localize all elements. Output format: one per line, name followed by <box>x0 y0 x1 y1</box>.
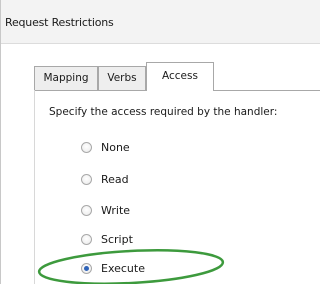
option-label-none: None <box>101 140 130 154</box>
option-label-write: Write <box>101 203 131 217</box>
dialog-title: Request Restrictions <box>5 16 114 29</box>
radio-option-read[interactable]: Read <box>81 170 129 188</box>
option-label-script: Script <box>101 232 133 246</box>
radio-button-none[interactable] <box>81 141 92 153</box>
tab-verbs[interactable]: Verbs <box>98 66 146 90</box>
radio-button-write[interactable] <box>81 204 92 216</box>
radio-option-execute[interactable]: Execute <box>81 259 145 277</box>
option-label-execute: Execute <box>101 261 145 275</box>
panel-border <box>34 90 35 284</box>
tab-access[interactable]: Access <box>146 62 214 91</box>
radio-button-script[interactable] <box>81 233 92 245</box>
option-label-read: Read <box>101 172 129 186</box>
radio-option-script[interactable]: Script <box>81 230 133 248</box>
request-restrictions-dialog: Request Restrictions Mapping Verbs Acces… <box>0 0 320 284</box>
radio-button-execute[interactable] <box>81 262 92 274</box>
radio-button-read[interactable] <box>81 173 92 185</box>
title-bar: Request Restrictions <box>1 0 320 44</box>
access-prompt: Specify the access required by the handl… <box>49 106 278 118</box>
tab-mapping[interactable]: Mapping <box>34 66 98 90</box>
radio-option-none[interactable]: None <box>81 138 130 156</box>
radio-option-write[interactable]: Write <box>81 201 130 219</box>
